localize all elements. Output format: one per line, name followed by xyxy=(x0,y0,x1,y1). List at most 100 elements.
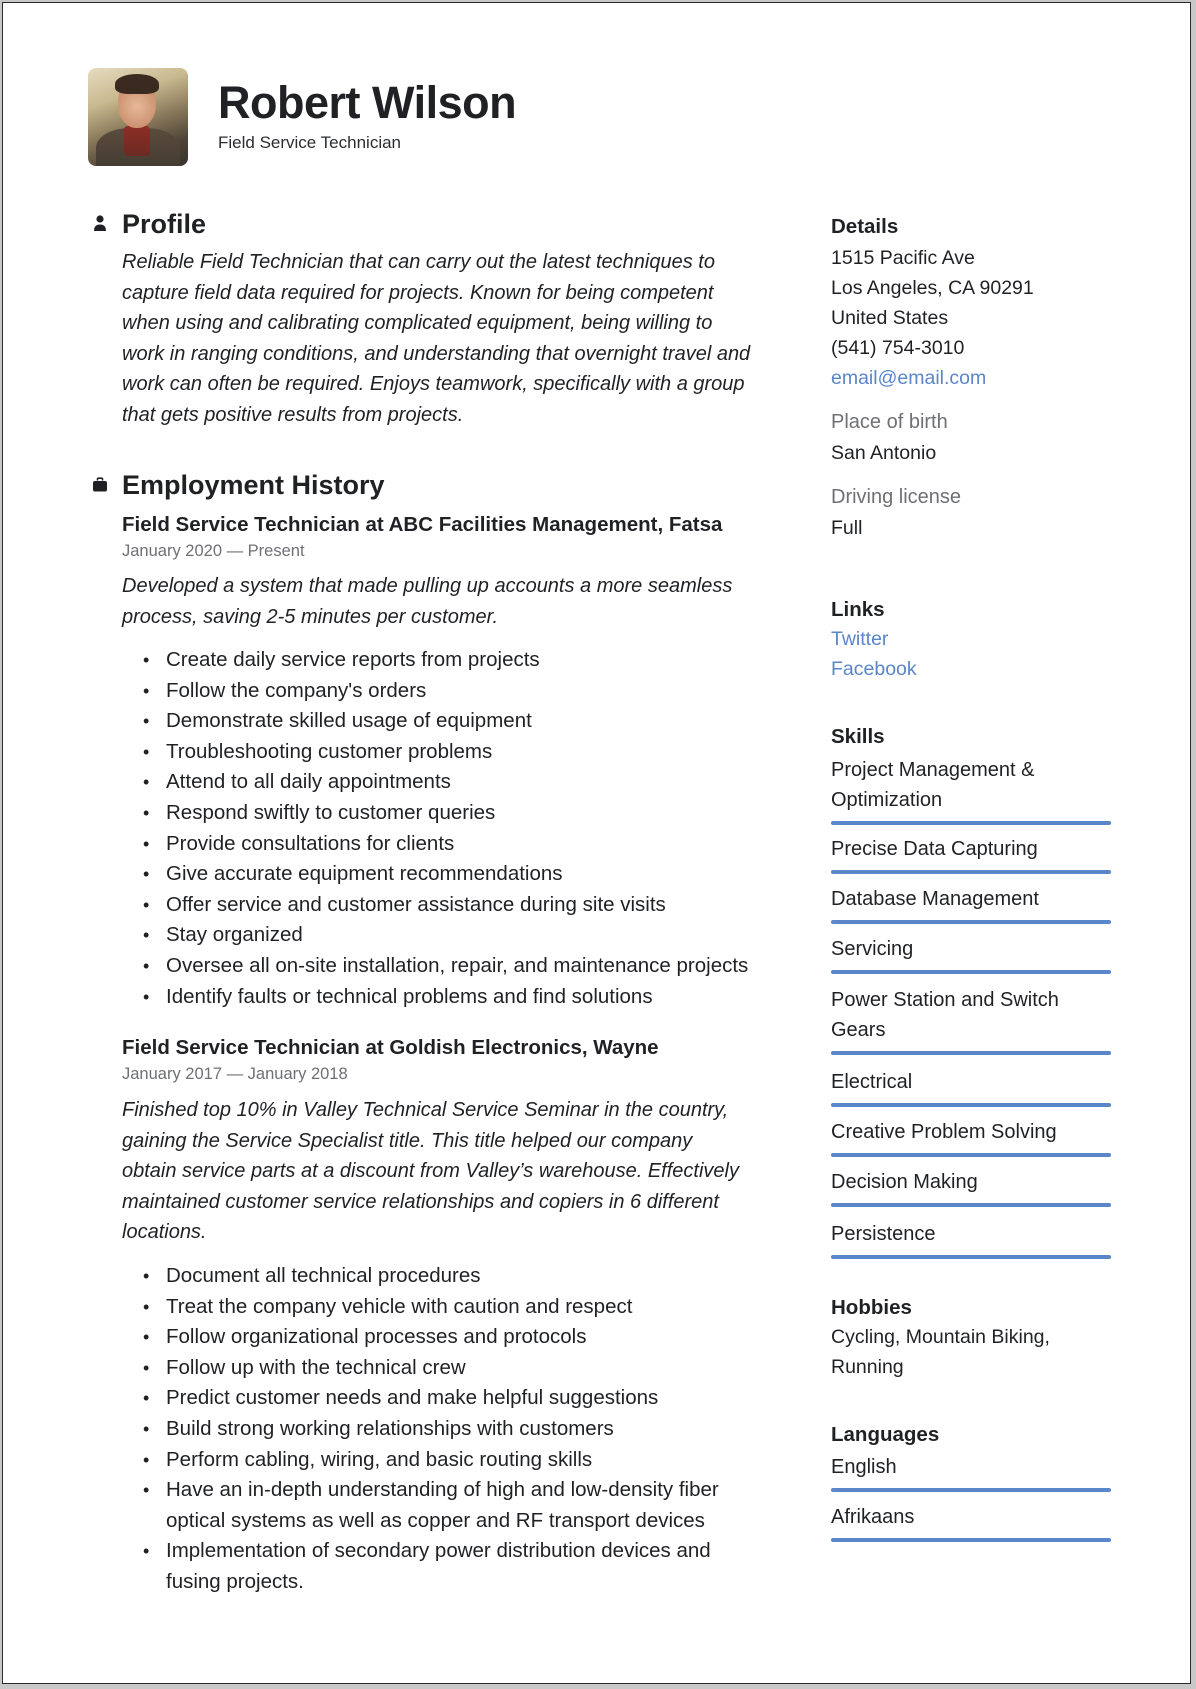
language-level-fill xyxy=(831,1488,1111,1492)
skill-item: Power Station and Switch Gears xyxy=(831,985,1111,1055)
skill-level-fill xyxy=(831,1103,1111,1107)
skill-level-fill xyxy=(831,1153,1111,1157)
driving-license: Full xyxy=(831,517,863,539)
twitter-link[interactable]: Twitter xyxy=(831,628,888,650)
list-item: Document all technical procedures xyxy=(143,1261,783,1292)
profile-line: capture field data required for projects… xyxy=(122,281,714,304)
skill-level-fill xyxy=(831,970,1111,974)
job-dates: January 2017 — January 2018 xyxy=(122,1065,348,1083)
list-item: Oversee all on-site installation, repair… xyxy=(143,951,783,982)
briefcase-icon xyxy=(92,477,108,493)
place-of-birth-label: Place of birth xyxy=(831,411,948,433)
candidate-title: Field Service Technician xyxy=(218,133,401,152)
profile-line: Reliable Field Technician that can carry… xyxy=(122,251,715,273)
job-summary-line: obtain service parts at a discount from … xyxy=(122,1160,739,1183)
language-level-fill xyxy=(831,1538,1111,1542)
hobbies-text: Cycling, Mountain Biking, Running xyxy=(831,1326,1050,1378)
skill-level-bar xyxy=(831,920,1111,924)
job-title: Field Service Technician at ABC Faciliti… xyxy=(122,513,723,536)
hobbies-heading: Hobbies xyxy=(831,1296,912,1319)
skill-label: Servicing xyxy=(831,938,914,960)
list-item: Give accurate equipment recommendations xyxy=(143,859,783,890)
list-item: Offer service and customer assistance du… xyxy=(143,890,783,921)
job-summary-line: Developed a system that made pulling up … xyxy=(122,575,733,597)
details-section: Details 1515 Pacific Ave Los Angeles, CA… xyxy=(831,215,1116,543)
list-item: Follow up with the technical crew xyxy=(143,1353,783,1384)
skill-item: Decision Making xyxy=(831,1167,1111,1207)
profile-line: work in ranging conditions, and understa… xyxy=(122,342,751,365)
language-level-bar xyxy=(831,1488,1111,1492)
job-summary: Finished top 10% in Valley Technical Ser… xyxy=(122,1095,792,1248)
skill-level-bar xyxy=(831,1103,1111,1107)
skill-item: Persistence xyxy=(831,1219,1111,1259)
skill-label: Project Management & Optimization xyxy=(831,759,1035,811)
languages-heading: Languages xyxy=(831,1423,940,1446)
job-summary-line: Finished top 10% in Valley Technical Ser… xyxy=(122,1099,729,1121)
driving-license-label: Driving license xyxy=(831,486,962,508)
place-of-birth: San Antonio xyxy=(831,442,937,464)
list-item: Build strong working relationships with … xyxy=(143,1414,783,1445)
list-item: Predict customer needs and make helpful … xyxy=(143,1383,783,1414)
skill-level-fill xyxy=(831,920,1111,924)
list-item: Create daily service reports from projec… xyxy=(143,645,783,676)
skill-level-bar xyxy=(831,1203,1111,1207)
list-item: Perform cabling, wiring, and basic routi… xyxy=(143,1445,783,1476)
skill-level-fill xyxy=(831,1255,1111,1259)
skill-item: Project Management & Optimization xyxy=(831,755,1111,825)
job-summary-line: gaining the Service Specialist title. Th… xyxy=(122,1129,693,1152)
list-item: Treat the company vehicle with caution a… xyxy=(143,1292,783,1323)
list-item: Respond swiftly to customer queries xyxy=(143,798,783,829)
skill-label: Database Management xyxy=(831,888,1039,910)
email-link[interactable]: email@email.com xyxy=(831,367,986,389)
skill-level-fill xyxy=(831,1051,1111,1055)
list-item: Attend to all daily appointments xyxy=(143,767,783,798)
language-item: English xyxy=(831,1452,1111,1492)
list-item: Stay organized xyxy=(143,920,783,951)
details-heading: Details xyxy=(831,215,899,238)
list-item: Have an in-depth understanding of high a… xyxy=(143,1475,756,1536)
employment-heading: Employment History xyxy=(122,470,385,500)
phone: (541) 754-3010 xyxy=(831,337,965,359)
skill-label: Power Station and Switch Gears xyxy=(831,989,1059,1041)
skills-heading: Skills xyxy=(831,725,885,748)
candidate-name: Robert Wilson xyxy=(218,77,517,128)
language-label: English xyxy=(831,1456,897,1478)
address-line1: 1515 Pacific Ave xyxy=(831,247,975,269)
job-summary: Developed a system that made pulling up … xyxy=(122,571,792,632)
skill-item: Servicing xyxy=(831,934,1111,974)
profile-line: when using and calibrating complicated e… xyxy=(122,312,713,335)
skill-item: Creative Problem Solving xyxy=(831,1117,1111,1157)
job-title: Field Service Technician at Goldish Elec… xyxy=(122,1036,659,1059)
language-level-bar xyxy=(831,1538,1111,1542)
job-dates: January 2020 — Present xyxy=(122,542,305,560)
skill-level-bar xyxy=(831,1051,1111,1055)
facebook-link[interactable]: Facebook xyxy=(831,658,917,680)
skill-level-fill xyxy=(831,821,1111,825)
skill-level-bar xyxy=(831,1153,1111,1157)
list-item: Follow the company's orders xyxy=(143,676,783,707)
skill-label: Decision Making xyxy=(831,1171,978,1193)
person-icon xyxy=(92,214,108,231)
skill-level-bar xyxy=(831,821,1111,825)
list-item: Demonstrate skilled usage of equipment xyxy=(143,706,783,737)
resume-page: Robert Wilson Field Service Technician P… xyxy=(2,2,1191,1684)
skill-label: Creative Problem Solving xyxy=(831,1121,1057,1143)
links-section: Links Twitter Facebook xyxy=(831,598,1116,684)
list-item: Implementation of secondary power distri… xyxy=(143,1536,756,1597)
profile-line: work can often be required. Enjoys teamw… xyxy=(122,373,745,396)
profile-line: that gets positive results from projects… xyxy=(122,403,464,426)
list-item: Troubleshooting customer problems xyxy=(143,737,783,768)
profile-summary: Reliable Field Technician that can carry… xyxy=(122,247,792,431)
skill-item: Database Management xyxy=(831,884,1111,924)
list-item: Identify faults or technical problems an… xyxy=(143,982,783,1013)
language-label: Afrikaans xyxy=(831,1506,915,1528)
skill-level-fill xyxy=(831,870,1111,874)
links-heading: Links xyxy=(831,598,885,621)
job-summary-line: maintained customer service relationship… xyxy=(122,1190,719,1213)
skill-level-bar xyxy=(831,870,1111,874)
skill-level-bar xyxy=(831,1255,1111,1259)
job-summary-line: locations. xyxy=(122,1221,207,1244)
skill-item: Electrical xyxy=(831,1067,1111,1107)
address-line2: Los Angeles, CA 90291 xyxy=(831,277,1034,299)
job-summary-line: process, saving 2-5 minutes per customer… xyxy=(122,605,499,628)
